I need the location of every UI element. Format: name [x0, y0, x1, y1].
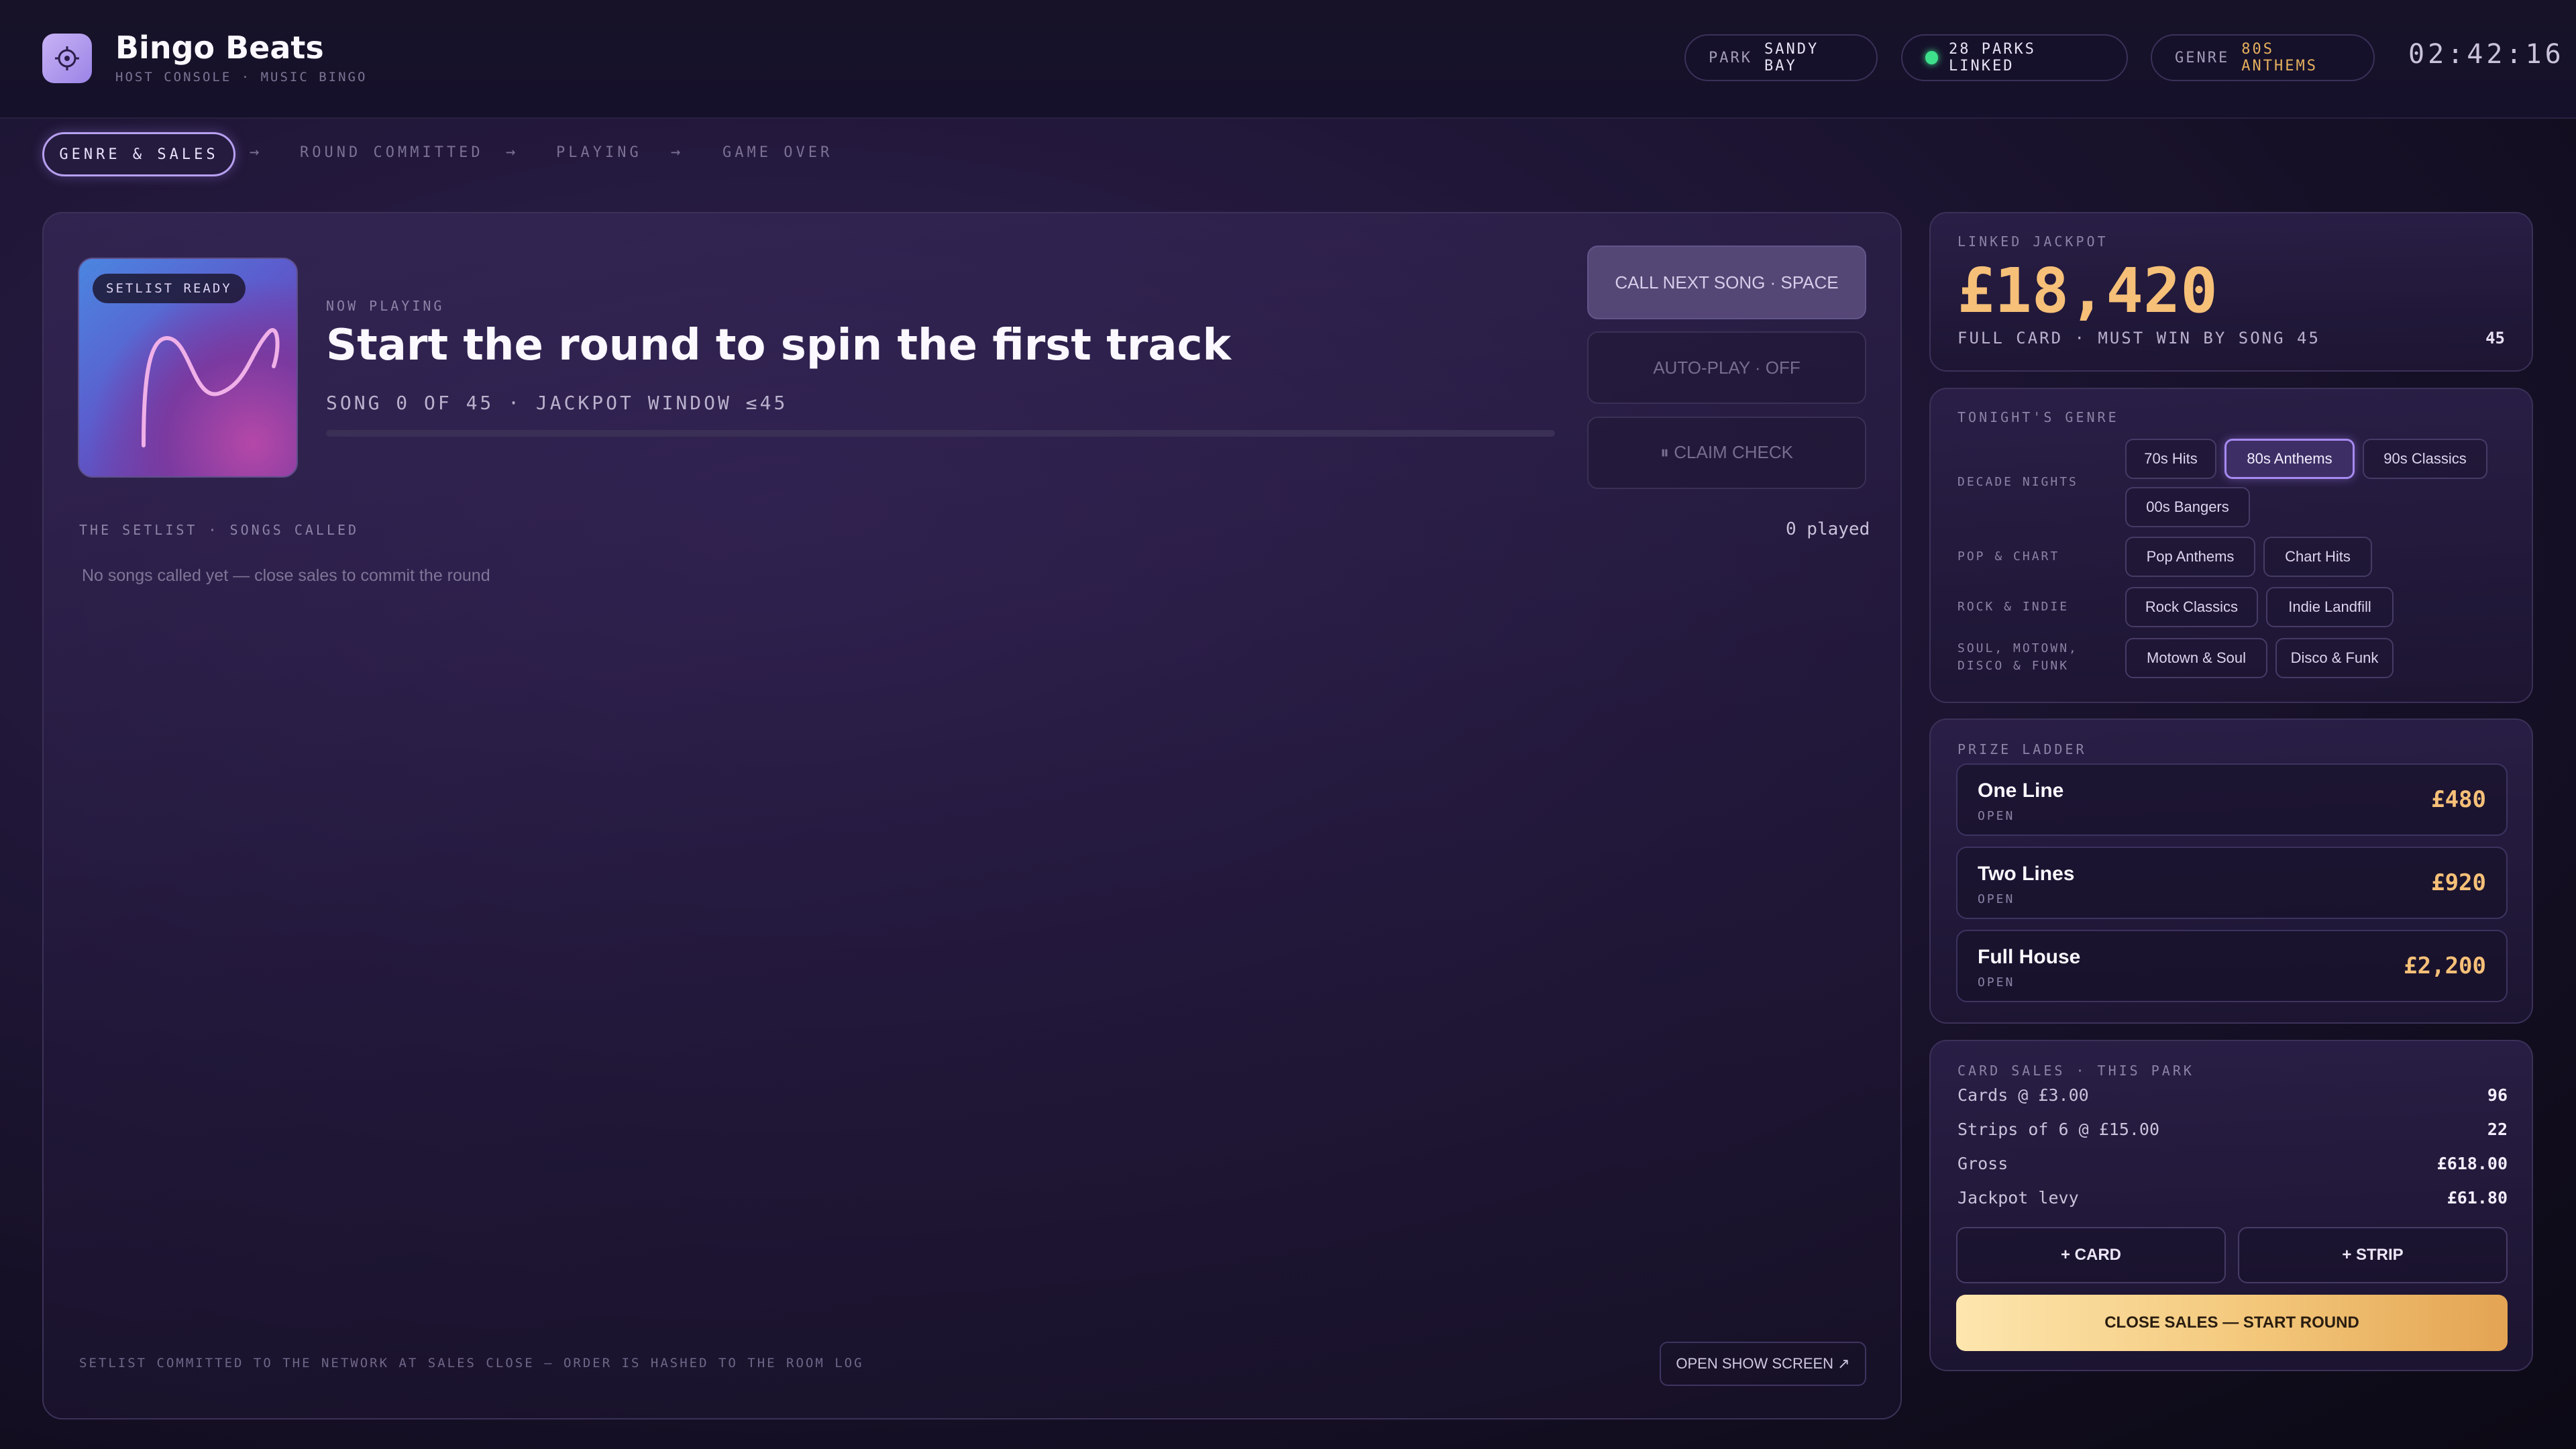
setlist-commit-note: SETLIST COMMITTED TO THE NETWORK AT SALE… [79, 1356, 864, 1371]
setlist-empty-message: No songs called yet — close sales to com… [82, 566, 490, 585]
genre-chip-70s-hits[interactable]: 70s Hits [2125, 439, 2216, 479]
sales-row-value: £618.00 [2436, 1154, 2508, 1173]
step-round-committed[interactable]: ROUND COMMITTED [300, 144, 484, 161]
sales-row: Strips of 6 @ £15.00 22 [1957, 1120, 2508, 1139]
sales-row-value: 22 [2487, 1120, 2508, 1139]
now-playing-meta: SONG 0 OF 45 · JACKPOT WINDOW ≤45 [326, 392, 788, 414]
call-next-song-button[interactable]: CALL NEXT SONG · SPACE [1587, 246, 1866, 319]
linked-parks-value: 28 PARKS LINKED [1948, 41, 2036, 74]
sales-row-label: Jackpot levy [1957, 1188, 2079, 1208]
sales-row-value: 96 [2487, 1085, 2508, 1105]
prize-amount: £920 [2431, 869, 2486, 896]
step-playing[interactable]: PLAYING [556, 144, 642, 161]
genre-chip-90s-classics[interactable]: 90s Classics [2363, 439, 2487, 479]
prize-row-one-line: One Line OPEN £480 [1956, 763, 2508, 836]
open-show-screen-button[interactable]: OPEN SHOW SCREEN ↗ [1660, 1342, 1866, 1386]
crosshair-icon [55, 46, 79, 70]
close-sales-button[interactable]: CLOSE SALES — START ROUND [1956, 1295, 2508, 1351]
genre-chip-80s-anthems[interactable]: 80s Anthems [2224, 439, 2355, 479]
sales-row-label: Gross [1957, 1154, 2008, 1173]
prize-status: OPEN [1978, 975, 2015, 989]
genre-group-label: SOUL, MOTOWN, DISCO & FUNK [1957, 640, 2078, 675]
prize-status: OPEN [1978, 892, 2015, 906]
tonights-genre-card: TONIGHT'S GENRE DECADE NIGHTS 70s Hits 8… [1929, 388, 2533, 703]
prize-name: Two Lines [1978, 863, 2075, 885]
jackpot-sub: FULL CARD · MUST WIN BY SONG 45 [1957, 329, 2320, 347]
genre-pill[interactable]: GENRE 80S ANTHEMS [2151, 34, 2375, 81]
auto-play-toggle[interactable]: AUTO-PLAY · OFF [1587, 331, 1866, 404]
step-arrow-icon: → [250, 142, 260, 161]
genre-group-label: DECADE NIGHTS [1957, 475, 2078, 489]
app-logo [42, 34, 92, 83]
top-bar: Bingo Beats HOST CONSOLE · MUSIC BINGO P… [0, 0, 2576, 119]
genre-label: GENRE [2175, 49, 2230, 66]
sales-row: Cards @ £3.00 96 [1957, 1085, 2508, 1105]
sales-row-value: £61.80 [2447, 1188, 2508, 1208]
prize-amount: £2,200 [2404, 953, 2486, 979]
genre-chip-chart-hits[interactable]: Chart Hits [2263, 537, 2372, 577]
genre-group-label: POP & CHART [1957, 549, 2060, 564]
genre-chip-rock-classics[interactable]: Rock Classics [2125, 587, 2258, 627]
step-genre-sales[interactable]: GENRE & SALES [42, 132, 235, 176]
sales-row: Gross £618.00 [1957, 1154, 2508, 1173]
prize-amount: £480 [2431, 786, 2486, 813]
genre-chip-motown-soul[interactable]: Motown & Soul [2125, 638, 2267, 678]
setlist-ready-badge: SETLIST READY [93, 274, 246, 303]
prize-name: Full House [1978, 946, 2081, 968]
genre-chip-disco-funk[interactable]: Disco & Funk [2275, 638, 2394, 678]
genre-group-label-line: SOUL, MOTOWN, [1957, 641, 2078, 655]
step-game-over[interactable]: GAME OVER [722, 144, 833, 161]
park-value: SANDY BAY [1764, 41, 1819, 74]
linked-parks-pill[interactable]: 28 PARKS LINKED [1901, 34, 2128, 81]
jackpot-song-limit: 45 [2485, 329, 2505, 347]
prize-ladder-card: PRIZE LADDER One Line OPEN £480 Two Line… [1929, 718, 2533, 1024]
linked-jackpot-card: LINKED JACKPOT £18,420 FULL CARD · MUST … [1929, 212, 2533, 372]
genre-card-label: TONIGHT'S GENRE [1957, 409, 2119, 425]
sales-row-label: Strips of 6 @ £15.00 [1957, 1120, 2160, 1139]
jackpot-label: LINKED JACKPOT [1957, 233, 2108, 250]
park-pill[interactable]: PARK SANDY BAY [1684, 34, 1878, 81]
played-count: 0 played [1786, 519, 1870, 539]
jackpot-value: £18,420 [1957, 255, 2218, 327]
status-dot-icon [1925, 51, 1938, 64]
now-playing-title: Start the round to spin the first track [326, 321, 1232, 370]
song-progress-bar [326, 430, 1555, 437]
sales-row-label: Cards @ £3.00 [1957, 1085, 2089, 1105]
sales-row: Jackpot levy £61.80 [1957, 1188, 2508, 1208]
app-subtitle: HOST CONSOLE · MUSIC BINGO [115, 70, 368, 85]
genre-group-label-line: DISCO & FUNK [1957, 659, 2070, 673]
step-arrow-icon: → [506, 142, 516, 161]
step-arrow-icon: → [671, 142, 681, 161]
genre-chip-pop-anthems[interactable]: Pop Anthems [2125, 537, 2255, 577]
prize-name: One Line [1978, 780, 2064, 802]
add-strip-button[interactable]: + STRIP [2238, 1227, 2508, 1283]
park-label: PARK [1709, 49, 1752, 66]
prize-ladder-label: PRIZE LADDER [1957, 741, 2087, 757]
prize-row-two-lines: Two Lines OPEN £920 [1956, 847, 2508, 919]
app-title: Bingo Beats [115, 30, 324, 66]
setlist-label: THE SETLIST · SONGS CALLED [79, 522, 360, 538]
card-sales-card: CARD SALES · THIS PARK Cards @ £3.00 96 … [1929, 1040, 2533, 1371]
genre-group-label: ROCK & INDIE [1957, 600, 2070, 614]
clock: 02:42:16 [2408, 39, 2565, 70]
genre-value: 80S ANTHEMS [2241, 41, 2318, 74]
genre-chip-00s-bangers[interactable]: 00s Bangers [2125, 487, 2250, 527]
card-sales-label: CARD SALES · THIS PARK [1957, 1063, 2194, 1079]
claim-check-button[interactable]: ⏸ CLAIM CHECK [1587, 417, 1866, 489]
prize-row-full-house: Full House OPEN £2,200 [1956, 930, 2508, 1002]
prize-status: OPEN [1978, 809, 2015, 823]
now-playing-label: NOW PLAYING [326, 298, 445, 314]
genre-chip-indie-landfill[interactable]: Indie Landfill [2266, 587, 2394, 627]
add-card-button[interactable]: + CARD [1956, 1227, 2226, 1283]
